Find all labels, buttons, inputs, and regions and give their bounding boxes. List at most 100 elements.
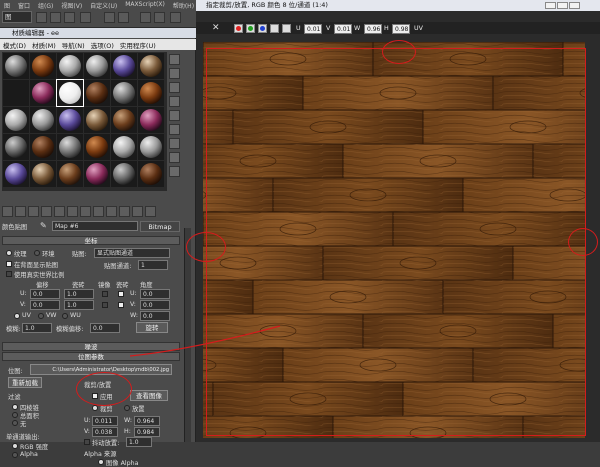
uv-tiling-icon[interactable] xyxy=(169,96,180,107)
wu-radio[interactable] xyxy=(62,313,68,319)
align-icon[interactable] xyxy=(154,12,165,23)
v-angle-spinner[interactable]: 0.0 xyxy=(140,300,170,310)
close-x-icon[interactable]: ✕ xyxy=(212,23,220,33)
material-slot[interactable] xyxy=(138,80,164,106)
image-alpha-radio[interactable] xyxy=(98,459,104,465)
jitter-checkbox[interactable] xyxy=(84,439,90,445)
select-by-material-icon[interactable] xyxy=(169,152,180,163)
alpha-radio[interactable] xyxy=(12,452,18,458)
angle-snap-icon[interactable] xyxy=(118,12,129,23)
menu-options[interactable]: 选项(O) xyxy=(88,39,117,50)
menu-mode[interactable]: 模式(D) xyxy=(0,39,29,50)
summed-area-radio[interactable] xyxy=(12,412,18,418)
eyedropper-icon[interactable]: ✎ xyxy=(40,221,50,231)
blur-offset-spinner[interactable]: 0.0 xyxy=(90,323,120,333)
preview-icon[interactable] xyxy=(169,124,180,135)
material-slot[interactable] xyxy=(111,134,137,160)
menu-navigation[interactable]: 导航(N) xyxy=(59,39,88,50)
environment-radio[interactable] xyxy=(34,250,40,256)
v-tiling-spinner[interactable]: 1.0 xyxy=(64,300,94,310)
material-slot[interactable] xyxy=(84,134,110,160)
material-slot[interactable] xyxy=(111,53,137,79)
blue-channel-toggle[interactable] xyxy=(258,24,267,33)
material-slot[interactable] xyxy=(30,80,56,106)
material-slot[interactable] xyxy=(138,134,164,160)
material-slot[interactable] xyxy=(57,53,83,79)
menu-item[interactable]: 视图(V) xyxy=(57,1,86,10)
menu-item[interactable]: 自定义(U) xyxy=(86,1,121,10)
map-type-button[interactable]: Bitmap xyxy=(140,221,180,232)
put-to-scene-icon[interactable] xyxy=(15,206,26,217)
no-filter-radio[interactable] xyxy=(12,420,18,426)
u-mirror-checkbox[interactable] xyxy=(102,291,108,297)
background-icon[interactable] xyxy=(169,82,180,93)
u-tile-checkbox[interactable] xyxy=(118,291,124,297)
u-angle-spinner[interactable]: 0.0 xyxy=(140,289,170,299)
coordinates-rollout-header[interactable]: 坐标 xyxy=(2,236,180,245)
scale-icon[interactable] xyxy=(80,12,91,23)
copy-material-icon[interactable] xyxy=(54,206,65,217)
selection-dropdown[interactable]: 图 xyxy=(2,11,32,23)
rotate-icon[interactable] xyxy=(64,12,75,23)
map-channel-spinner[interactable]: 1 xyxy=(138,260,168,270)
layers-icon[interactable] xyxy=(170,12,181,23)
view-image-button[interactable]: 查看图像 xyxy=(130,390,168,401)
mirror-icon[interactable] xyxy=(140,12,151,23)
place-radio[interactable] xyxy=(124,405,130,411)
get-material-icon[interactable] xyxy=(2,206,13,217)
bmp-h-field[interactable]: 0.98 xyxy=(392,24,410,34)
minimize-icon[interactable] xyxy=(545,2,556,9)
material-slot[interactable] xyxy=(30,53,56,79)
sample-type-icon[interactable] xyxy=(169,54,180,65)
move-icon[interactable] xyxy=(50,12,61,23)
material-slot[interactable] xyxy=(57,134,83,160)
u-offset-spinner[interactable]: 0.0 xyxy=(30,289,60,299)
menu-item[interactable]: 组(G) xyxy=(34,1,57,10)
v-mirror-checkbox[interactable] xyxy=(102,302,108,308)
assign-to-selection-icon[interactable] xyxy=(28,206,39,217)
show-end-result-icon[interactable] xyxy=(119,206,130,217)
navigator-icon[interactable] xyxy=(169,166,180,177)
v-tile-checkbox[interactable] xyxy=(118,302,124,308)
material-slot[interactable] xyxy=(56,79,84,107)
material-slot[interactable] xyxy=(30,107,56,133)
snap-icon[interactable] xyxy=(104,12,115,23)
maximize-icon[interactable] xyxy=(557,2,568,9)
show-map-icon[interactable] xyxy=(106,206,117,217)
real-world-checkbox[interactable] xyxy=(6,271,12,277)
unique-icon[interactable] xyxy=(67,206,78,217)
texture-radio[interactable] xyxy=(6,250,12,256)
menu-utilities[interactable]: 实用程序(U) xyxy=(117,39,159,50)
blur-spinner[interactable]: 1.0 xyxy=(22,323,52,333)
options-icon[interactable] xyxy=(169,138,180,149)
material-slot[interactable] xyxy=(138,107,164,133)
material-slot[interactable] xyxy=(30,134,56,160)
crop-u-spinner[interactable]: 0.011 xyxy=(92,416,118,426)
material-slot[interactable] xyxy=(111,107,137,133)
material-slot[interactable] xyxy=(3,80,29,106)
crop-radio[interactable] xyxy=(92,405,98,411)
material-slot[interactable] xyxy=(111,80,137,106)
material-slot[interactable] xyxy=(84,107,110,133)
reload-button[interactable]: 重新加载 xyxy=(8,377,42,388)
bmp-v-field[interactable]: 0.01 xyxy=(334,24,352,34)
alpha-channel-toggle[interactable] xyxy=(270,24,279,33)
material-slot[interactable] xyxy=(84,80,110,106)
u-tiling-spinner[interactable]: 1.0 xyxy=(64,289,94,299)
vw-radio[interactable] xyxy=(38,313,44,319)
menu-item[interactable]: 图 xyxy=(0,1,14,10)
show-on-back-checkbox[interactable] xyxy=(6,261,12,267)
map-name-field[interactable]: Map #6 xyxy=(52,221,138,231)
red-channel-toggle[interactable] xyxy=(234,24,243,33)
bmp-w-field[interactable]: 0.96 xyxy=(364,24,382,34)
uv-radio[interactable] xyxy=(14,313,20,319)
crop-h-spinner[interactable]: 0.984 xyxy=(134,427,160,437)
material-slot[interactable] xyxy=(3,107,29,133)
green-channel-toggle[interactable] xyxy=(246,24,255,33)
reset-icon[interactable] xyxy=(41,206,52,217)
material-slot[interactable] xyxy=(138,161,164,187)
jitter-spinner[interactable]: 1.0 xyxy=(126,437,152,447)
video-check-icon[interactable] xyxy=(169,110,180,121)
bmp-u-field[interactable]: 0.01 xyxy=(304,24,322,34)
material-slot[interactable] xyxy=(3,134,29,160)
